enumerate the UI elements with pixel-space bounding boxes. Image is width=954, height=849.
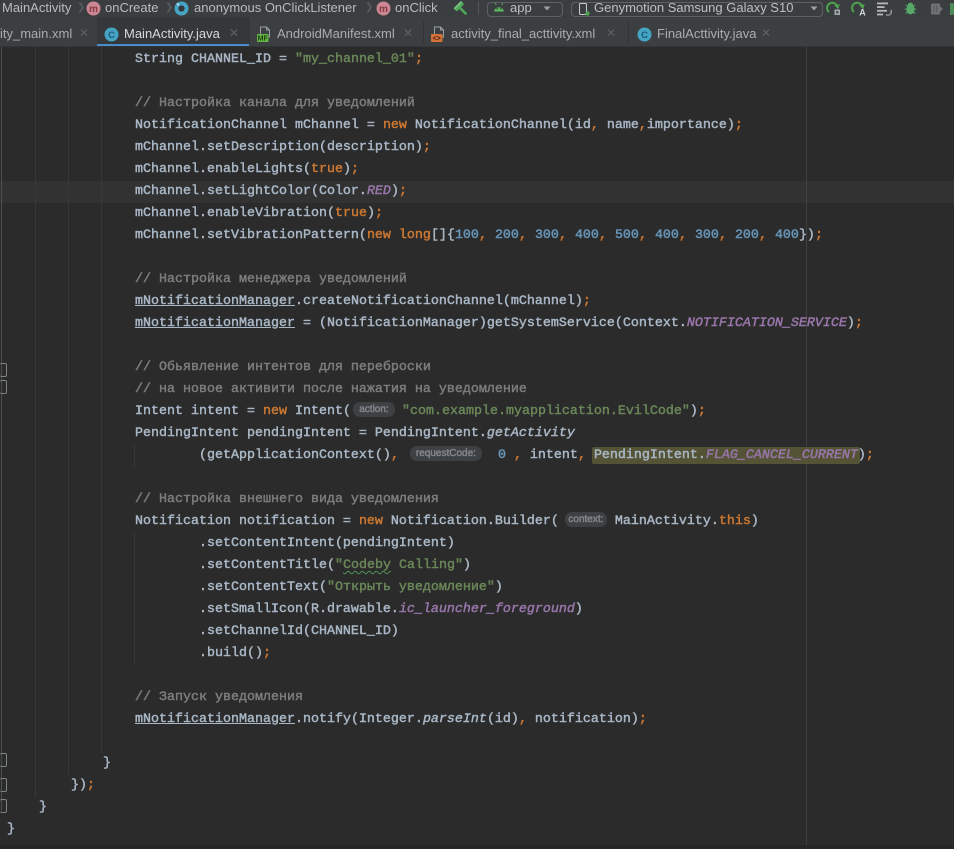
- svg-text:m: m: [89, 4, 98, 15]
- svg-text:C: C: [641, 30, 648, 41]
- svg-text:m: m: [379, 4, 388, 15]
- svg-text:MF: MF: [258, 36, 269, 43]
- svg-text:C: C: [108, 30, 115, 41]
- svg-text:<>: <>: [433, 36, 441, 43]
- svg-text:A: A: [859, 8, 866, 17]
